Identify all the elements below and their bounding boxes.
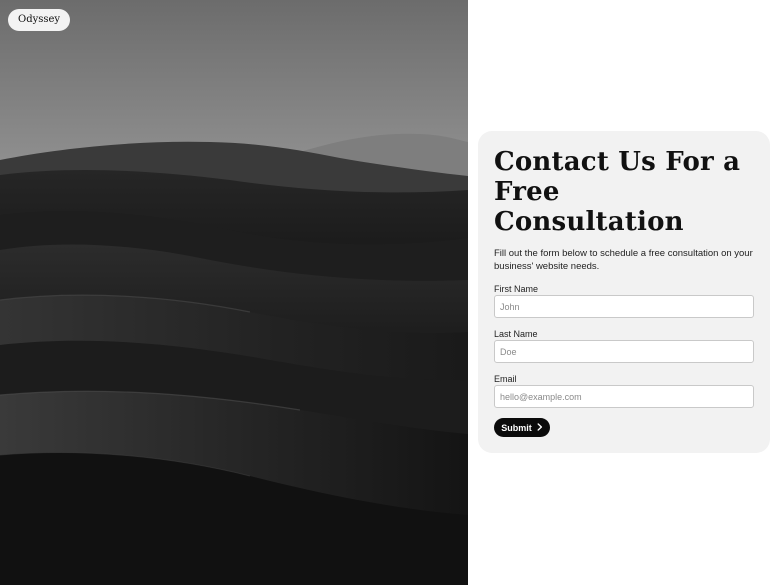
chevron-right-icon [537,422,543,433]
desert-dunes-image [0,0,468,585]
last-name-input[interactable] [494,340,754,363]
form-title: Contact Us For a Free Consultation [494,147,741,237]
contact-panel: Contact Us For a Free Consultation Fill … [468,0,780,585]
contact-form-card: Contact Us For a Free Consultation Fill … [478,131,770,453]
brand-logo[interactable]: Odyssey [8,9,71,31]
hero-image: Odyssey [0,0,468,585]
first-name-input[interactable] [494,295,754,318]
submit-label: Submit [501,422,532,433]
email-input[interactable] [494,385,754,408]
email-label: Email [494,374,517,384]
first-name-label: First Name [494,284,539,294]
form-subtitle: Fill out the form below to schedule a fr… [494,248,753,272]
last-name-label: Last Name [494,329,538,339]
submit-button[interactable]: Submit [494,418,550,437]
